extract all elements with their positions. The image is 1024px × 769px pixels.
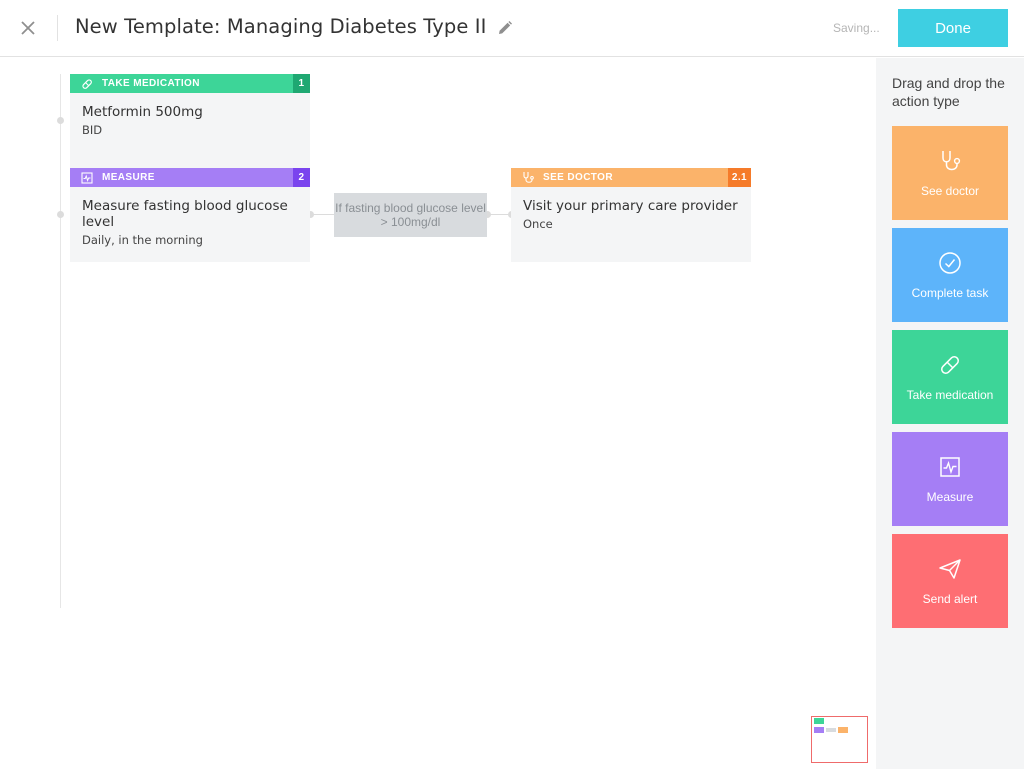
pill-icon bbox=[80, 77, 94, 91]
sidebar-title: Drag and drop the action type bbox=[892, 75, 1005, 109]
tile-label: Complete task bbox=[911, 286, 989, 300]
tile-measure[interactable]: Measure bbox=[892, 432, 1008, 526]
card-number-badge: 1 bbox=[293, 74, 310, 93]
stethoscope-icon bbox=[937, 148, 963, 174]
top-bar: New Template: Managing Diabetes Type II … bbox=[0, 0, 1024, 57]
pencil-icon bbox=[499, 21, 512, 34]
pill-icon bbox=[937, 352, 963, 378]
stethoscope-icon bbox=[521, 171, 535, 185]
card-type-label: MEASURE bbox=[102, 172, 155, 183]
action-card-measure[interactable]: MEASURE 2 Measure fasting blood glucose … bbox=[70, 168, 310, 262]
chart-icon bbox=[937, 454, 963, 480]
action-type-sidebar: Drag and drop the action type See doctor… bbox=[876, 58, 1024, 769]
page-title: New Template: Managing Diabetes Type II bbox=[75, 15, 487, 38]
chart-icon bbox=[80, 171, 94, 185]
card-number-badge: 2.1 bbox=[727, 168, 751, 187]
card-type-label: TAKE MEDICATION bbox=[102, 78, 200, 89]
close-icon bbox=[21, 21, 35, 35]
card-subtitle: Daily, in the morning bbox=[82, 233, 203, 247]
header-divider bbox=[57, 15, 58, 41]
card-title: Metformin 500mg bbox=[82, 104, 203, 120]
tile-send-alert[interactable]: Send alert bbox=[892, 534, 1008, 628]
minimap-node bbox=[838, 727, 848, 733]
tile-label: See doctor bbox=[920, 184, 980, 198]
card-header: TAKE MEDICATION 1 bbox=[70, 74, 310, 93]
tile-label: Take medication bbox=[906, 388, 994, 402]
connector-dot bbox=[57, 211, 64, 218]
minimap[interactable] bbox=[811, 716, 868, 763]
tile-label: Measure bbox=[926, 490, 974, 504]
minimap-node bbox=[814, 727, 824, 733]
tile-take-medication[interactable]: Take medication bbox=[892, 330, 1008, 424]
card-title: Measure fasting blood glucose level bbox=[82, 198, 288, 230]
timeline-spine bbox=[60, 74, 61, 608]
minimap-node bbox=[826, 728, 836, 732]
connector-dot bbox=[57, 117, 64, 124]
condition-box[interactable]: If fasting blood glucose level > 100mg/d… bbox=[334, 193, 487, 237]
done-button[interactable]: Done bbox=[898, 9, 1008, 47]
card-subtitle: Once bbox=[523, 217, 553, 231]
close-button[interactable] bbox=[14, 14, 42, 42]
tile-complete-task[interactable]: Complete task bbox=[892, 228, 1008, 322]
action-card-take-medication[interactable]: TAKE MEDICATION 1 Metformin 500mg BID bbox=[70, 74, 310, 168]
tile-label: Send alert bbox=[922, 592, 978, 606]
card-title: Visit your primary care provider bbox=[523, 198, 738, 214]
tile-see-doctor[interactable]: See doctor bbox=[892, 126, 1008, 220]
card-header: MEASURE 2 bbox=[70, 168, 310, 187]
paper-plane-icon bbox=[937, 556, 963, 582]
template-canvas[interactable]: TAKE MEDICATION 1 Metformin 500mg BID ME… bbox=[0, 58, 876, 769]
card-subtitle: BID bbox=[82, 123, 103, 137]
action-card-see-doctor[interactable]: SEE DOCTOR 2.1 Visit your primary care p… bbox=[511, 168, 751, 262]
card-number-badge: 2 bbox=[293, 168, 310, 187]
saving-status: Saving... bbox=[833, 21, 880, 35]
card-header: SEE DOCTOR 2.1 bbox=[511, 168, 751, 187]
card-type-label: SEE DOCTOR bbox=[543, 172, 613, 183]
edit-title-button[interactable] bbox=[494, 17, 516, 39]
check-circle-icon bbox=[937, 250, 963, 276]
minimap-node bbox=[814, 718, 824, 724]
